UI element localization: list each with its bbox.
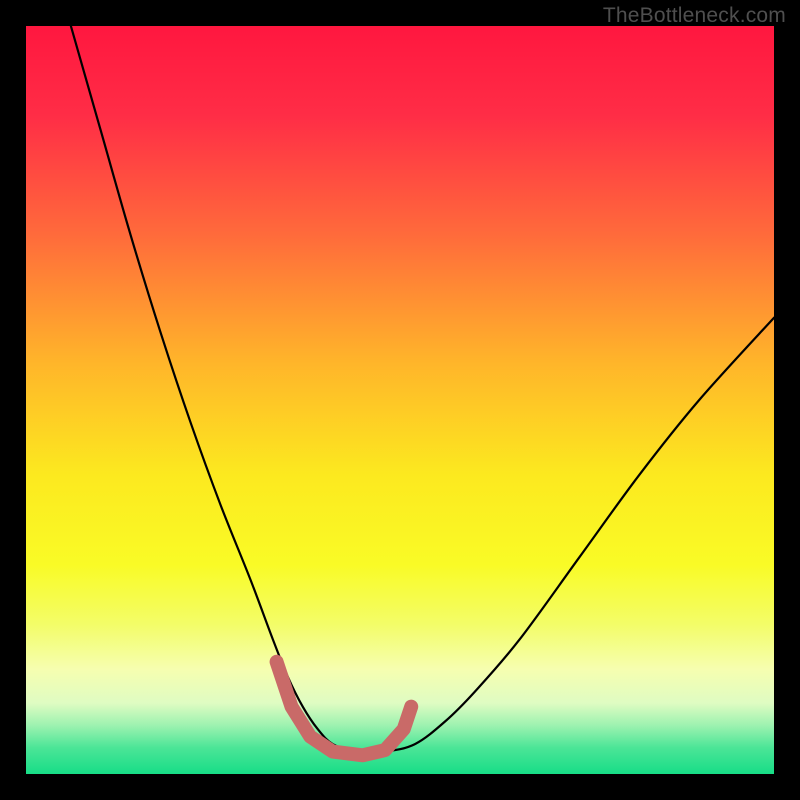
watermark-text: TheBottleneck.com bbox=[603, 4, 786, 28]
bottleneck-curve bbox=[71, 26, 774, 752]
outer-frame: TheBottleneck.com bbox=[0, 0, 800, 800]
chart-svg bbox=[26, 26, 774, 774]
optimal-zone-highlight bbox=[277, 662, 412, 756]
plot-area bbox=[26, 26, 774, 774]
